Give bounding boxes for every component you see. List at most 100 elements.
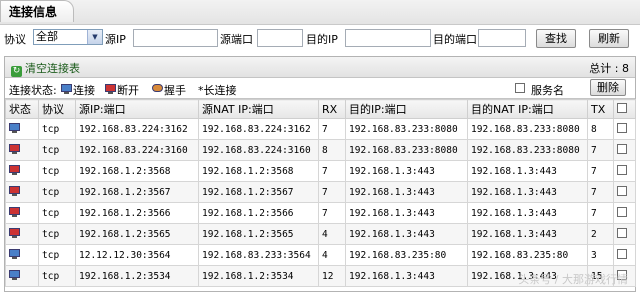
tx-cell: 7 (587, 139, 614, 161)
src-nat-cell: 192.168.83.224:3162 (198, 118, 319, 140)
dst-port-label: 目的端口 (433, 33, 477, 46)
legend-connected: 连接 (61, 82, 95, 98)
disconnected-icon (9, 227, 21, 238)
dst-nat-cell: 192.168.83.235:80 (467, 244, 588, 266)
disconnected-icon (9, 206, 21, 217)
legend-handshake-label: 握手 (164, 84, 186, 97)
status-cell (5, 139, 39, 161)
col-dst: 目的IP:端口 (345, 99, 468, 119)
tx-cell: 7 (587, 202, 614, 224)
col-dst-nat: 目的NAT IP:端口 (467, 99, 588, 119)
protocol-select[interactable]: 全部 ▼ (33, 29, 103, 45)
connection-panel: ↻ 清空连接表 总计 : 8 连接状态: 连接 断开 握手 *长连接 服务名 删除… (4, 56, 636, 292)
dst-port-input[interactable] (478, 29, 526, 47)
legend-disconnected-label: 断开 (117, 84, 139, 97)
refresh-button[interactable]: 刷新 (589, 29, 629, 48)
dst-nat-cell: 192.168.83.233:8080 (467, 139, 588, 161)
service-name-checkbox[interactable] (515, 83, 525, 93)
status-cell (5, 265, 39, 287)
dst-cell: 192.168.1.3:443 (345, 265, 468, 287)
dst-cell: 192.168.83.233:8080 (345, 139, 468, 161)
dst-cell: 192.168.1.3:443 (345, 223, 468, 245)
select-all-checkbox[interactable] (617, 102, 627, 113)
chevron-down-icon[interactable]: ▼ (87, 30, 102, 44)
protocol-cell: tcp (38, 139, 76, 161)
table-row[interactable]: tcp 192.168.83.224:3160 192.168.83.224:316… (5, 139, 636, 161)
dst-ip-input[interactable] (345, 29, 431, 47)
src-nat-cell: 192.168.1.2:3568 (198, 160, 319, 182)
delete-button[interactable]: 删除 (590, 79, 626, 96)
col-rx: RX (318, 99, 346, 119)
row-select-cell[interactable] (613, 160, 636, 182)
dst-nat-cell: 192.168.83.233:8080 (467, 118, 588, 140)
row-checkbox[interactable] (617, 143, 627, 154)
status-cell (5, 118, 39, 140)
src-nat-cell: 192.168.1.2:3567 (198, 181, 319, 203)
protocol-label: 协议 (4, 33, 26, 46)
clear-table-button[interactable]: ↻ 清空连接表 (11, 60, 80, 77)
service-name-label: 服务名 (531, 84, 564, 97)
search-button[interactable]: 查找 (536, 29, 576, 48)
row-select-cell[interactable] (613, 223, 636, 245)
row-checkbox[interactable] (617, 227, 627, 238)
src-nat-cell: 192.168.1.2:3534 (198, 265, 319, 287)
disconnected-icon (9, 164, 21, 175)
row-checkbox[interactable] (617, 122, 627, 133)
protocol-cell: tcp (38, 265, 76, 287)
src-cell: 192.168.1.2:3565 (75, 223, 199, 245)
legend-disconnected: 断开 (105, 82, 139, 98)
table-row[interactable]: tcp 192.168.1.2:3568 192.168.1.2:3568 7 192.… (5, 160, 636, 182)
connected-icon (9, 269, 21, 280)
src-port-input[interactable] (257, 29, 303, 47)
row-checkbox[interactable] (617, 248, 627, 259)
status-cell (5, 181, 39, 203)
protocol-select-value: 全部 (36, 30, 58, 43)
col-select-all[interactable] (613, 99, 636, 119)
src-ip-input[interactable] (133, 29, 218, 47)
src-port-label: 源端口 (220, 33, 253, 46)
protocol-cell: tcp (38, 181, 76, 203)
table-header: 状态 协议 源IP:端口 源NAT IP:端口 RX 目的IP:端口 目的NAT… (5, 99, 636, 119)
col-tx: TX (587, 99, 614, 119)
connection-table: 状态 协议 源IP:端口 源NAT IP:端口 RX 目的IP:端口 目的NAT… (5, 99, 636, 287)
row-select-cell[interactable] (613, 244, 636, 266)
total-count: 总计 : 8 (589, 62, 629, 75)
row-checkbox[interactable] (617, 164, 627, 175)
disconnected-icon (9, 185, 21, 196)
dst-ip-label: 目的IP (306, 33, 338, 46)
rx-cell: 7 (318, 118, 346, 140)
tx-cell: 7 (587, 181, 614, 203)
rx-cell: 8 (318, 139, 346, 161)
row-checkbox[interactable] (617, 185, 627, 196)
src-nat-cell: 192.168.1.2:3565 (198, 223, 319, 245)
legend-long-connection: *长连接 (198, 84, 237, 97)
dst-nat-cell: 192.168.1.3:443 (467, 223, 588, 245)
table-row[interactable]: tcp 192.168.1.2:3565 192.168.1.2:3565 4 192.… (5, 223, 636, 245)
row-select-cell[interactable] (613, 139, 636, 161)
rx-cell: 4 (318, 223, 346, 245)
row-select-cell[interactable] (613, 181, 636, 203)
col-status: 状态 (5, 99, 39, 119)
table-row[interactable]: tcp 192.168.1.2:3566 192.168.1.2:3566 7 192.… (5, 202, 636, 224)
protocol-cell: tcp (38, 223, 76, 245)
src-cell: 192.168.1.2:3567 (75, 181, 199, 203)
src-cell: 192.168.83.224:3162 (75, 118, 199, 140)
rx-cell: 7 (318, 181, 346, 203)
page-title: 连接信息 (0, 0, 74, 22)
src-nat-cell: 192.168.83.224:3160 (198, 139, 319, 161)
src-nat-cell: 192.168.83.233:3564 (198, 244, 319, 266)
table-row[interactable]: tcp 192.168.83.224:3162 192.168.83.224:316… (5, 118, 636, 140)
status-legend-label: 连接状态: (9, 84, 57, 97)
status-cell (5, 223, 39, 245)
row-checkbox[interactable] (617, 206, 627, 217)
table-row[interactable]: tcp 12.12.12.30:3564 192.168.83.233:3564 4 1… (5, 244, 636, 266)
table-row[interactable]: tcp 192.168.1.2:3567 192.168.1.2:3567 7 192.… (5, 181, 636, 203)
src-cell: 192.168.1.2:3534 (75, 265, 199, 287)
clear-table-label: 清空连接表 (25, 62, 80, 75)
protocol-cell: tcp (38, 118, 76, 140)
row-select-cell[interactable] (613, 202, 636, 224)
refresh-icon: ↻ (11, 66, 22, 77)
row-select-cell[interactable] (613, 118, 636, 140)
legend-handshake: 握手 (152, 82, 186, 98)
col-src-nat: 源NAT IP:端口 (198, 99, 319, 119)
